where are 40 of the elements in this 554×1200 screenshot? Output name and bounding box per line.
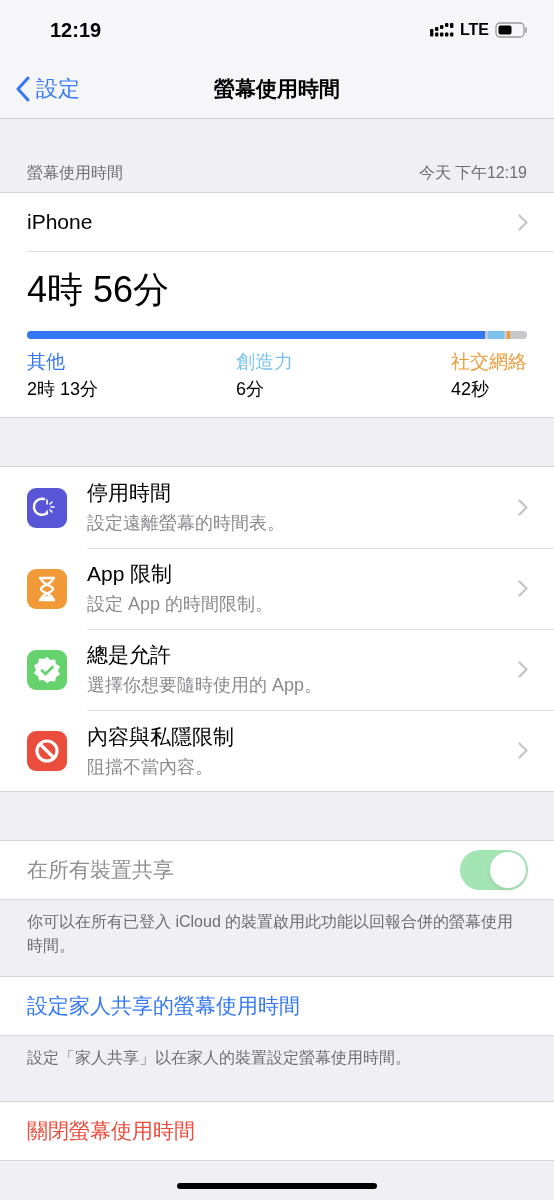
chevron-icon (518, 660, 528, 678)
date-label: 今天 下午12:19 (418, 163, 527, 183)
feature-subtitle: 設定遠離螢幕的時間表。 (87, 512, 285, 535)
device-name: iPhone (27, 210, 93, 234)
family-footer: 設定「家人共享」以在家人的裝置設定螢幕使用時間。 (0, 1036, 554, 1101)
share-label: 在所有裝置共享 (27, 857, 174, 883)
section-header: 螢幕使用時間 (27, 163, 123, 183)
feature-row[interactable]: App 限制 設定 App 的時間限制。 (0, 548, 554, 629)
category-time: 42秒 (451, 378, 490, 401)
feature-title: 停用時間 (87, 480, 172, 506)
category-time: 6分 (236, 378, 266, 401)
turn-off-button[interactable]: 關閉螢幕使用時間 (0, 1101, 554, 1161)
chevron-icon (518, 579, 528, 597)
back-button[interactable]: 設定 (16, 74, 80, 104)
page-title: 螢幕使用時間 (214, 76, 340, 102)
category-name: 其他 (27, 350, 66, 374)
chevron-icon (518, 742, 528, 759)
feature-title: App 限制 (87, 561, 174, 587)
signal-icon (429, 23, 454, 37)
feature-row[interactable]: 總是允許 選擇你想要隨時使用的 App。 (0, 629, 554, 710)
feature-subtitle: 阻擋不當內容。 (87, 755, 214, 779)
family-sharing-link[interactable]: 設定家人共享的螢幕使用時間 (0, 976, 554, 1036)
category-name: 社交網絡 (451, 350, 527, 374)
category-time: 2時 13分 (27, 378, 99, 401)
feature-title: 內容與私隱限制 (87, 723, 234, 750)
feature-row[interactable]: 內容與私隱限制 阻擋不當內容。 (0, 710, 554, 791)
total-time: 4時 56分 (27, 268, 171, 312)
chevron-icon (518, 498, 528, 516)
share-footer: 你可以在所有已登入 iCloud 的裝置啟用此功能以回報合併的螢幕使用時間。 (0, 900, 554, 976)
status-time: 12:19 (50, 18, 102, 42)
feature-title: 總是允許 (87, 642, 172, 668)
network-label: LTE (459, 21, 489, 39)
chevron-icon (518, 213, 528, 231)
feature-subtitle: 設定 App 的時間限制。 (87, 593, 274, 616)
feature-subtitle: 選擇你想要隨時使用的 App。 (87, 674, 323, 697)
category-name: 創造力 (236, 350, 293, 374)
back-chevron-icon (16, 76, 30, 102)
battery-icon (495, 22, 528, 38)
device-row[interactable]: iPhone (27, 193, 554, 252)
feature-row[interactable]: 停用時間 設定遠離螢幕的時間表。 (0, 467, 554, 548)
